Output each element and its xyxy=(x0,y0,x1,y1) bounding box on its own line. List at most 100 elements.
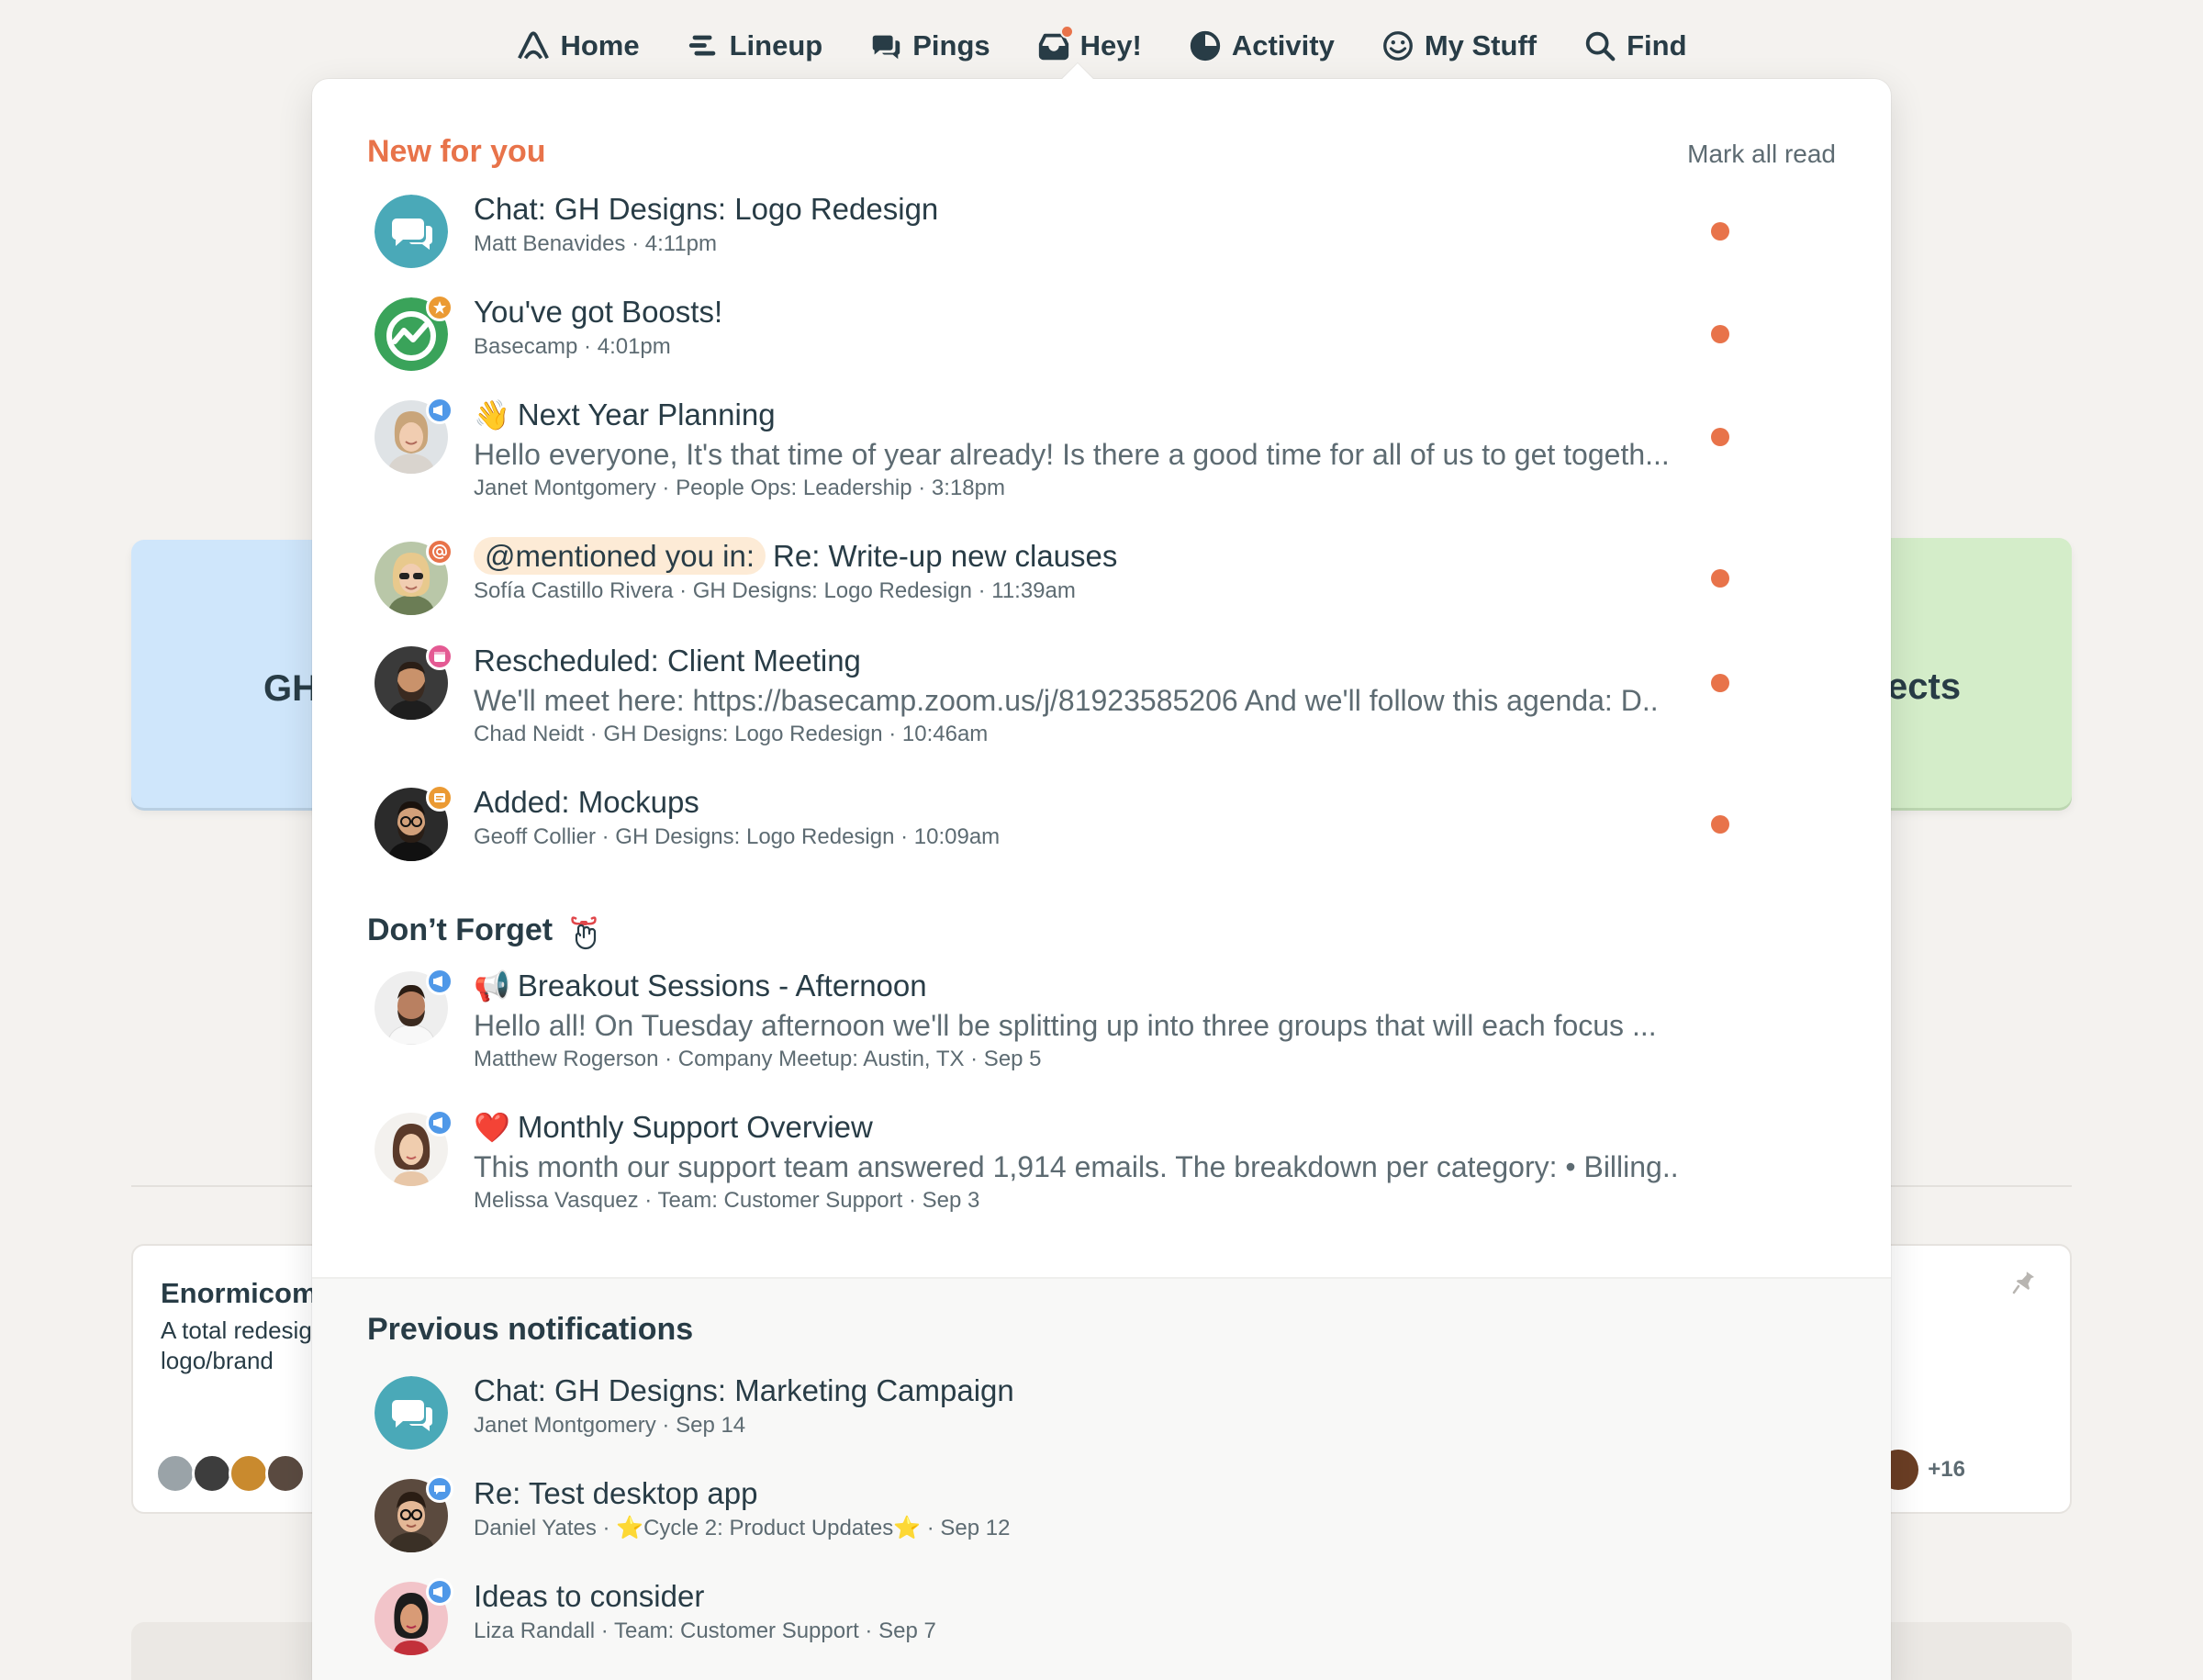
project-more-members: +16 xyxy=(1878,1450,1965,1490)
notification-title: Chat: GH Designs: Marketing Campaign xyxy=(474,1373,1014,1407)
nav-home[interactable]: Home xyxy=(516,28,640,63)
notification-item[interactable]: 👋 Next Year Planning Hello everyone, It's… xyxy=(367,397,1836,520)
previous-notifications-section: Previous notifications Chat: GH Designs:… xyxy=(312,1277,1891,1680)
notification-title-row: @mentioned you in: Re: Write-up new claus… xyxy=(474,536,1694,577)
notification-meta: Melissa Vasquez · Team: Customer Support… xyxy=(474,1188,980,1213)
notification-item[interactable]: You've got Boosts! Basecamp · 4:01pm xyxy=(367,294,1836,380)
avatar xyxy=(155,1453,196,1494)
notification-title-row: ❤️ Monthly Support Overview xyxy=(474,1107,1694,1148)
notification-title: Ideas to consider xyxy=(474,1579,705,1613)
notification-title: Rescheduled: Client Meeting xyxy=(474,644,861,678)
notification-text: @mentioned you in: Re: Write-up new claus… xyxy=(474,536,1694,606)
nav-activity-label: Activity xyxy=(1231,29,1335,62)
nav-lineup[interactable]: Lineup xyxy=(686,28,823,63)
boost-badge-icon xyxy=(426,294,453,321)
chat-avatar xyxy=(375,195,448,268)
notification-item[interactable]: @mentioned you in: Re: Write-up new claus… xyxy=(367,537,1836,624)
dont-forget-title: Don’t Forget xyxy=(367,913,554,947)
home-icon xyxy=(516,28,551,63)
notification-item[interactable]: Rescheduled: Client Meeting We'll meet h… xyxy=(367,643,1836,766)
chat-avatar xyxy=(375,1376,448,1450)
notification-text: Rescheduled: Client Meeting We'll meet h… xyxy=(474,641,1694,749)
notification-text: ❤️ Monthly Support Overview This month ou… xyxy=(474,1107,1694,1215)
notification-item[interactable]: Ideas to consider Liza Randall · Team: C… xyxy=(367,1578,1836,1664)
avatar xyxy=(192,1453,232,1494)
notification-meta: Basecamp · 4:01pm xyxy=(474,334,671,359)
nav-lineup-label: Lineup xyxy=(729,29,823,62)
unread-dot xyxy=(1711,222,1729,241)
nav-hey-label: Hey! xyxy=(1079,29,1142,62)
notification-text: You've got Boosts! Basecamp · 4:01pm xyxy=(474,292,1694,362)
nav-activity[interactable]: Activity xyxy=(1188,28,1335,63)
megaphone-emoji-icon: 📢 xyxy=(474,969,510,1003)
unread-dot xyxy=(1711,569,1729,588)
notification-meta: Matthew Rogerson · Company Meetup: Austi… xyxy=(474,1047,1042,1071)
notification-text: 👋 Next Year Planning Hello everyone, It's… xyxy=(474,395,1694,503)
notification-meta: Chad Neidt · GH Designs: Logo Redesign ·… xyxy=(474,722,989,746)
hey-icon xyxy=(1036,25,1074,63)
notification-excerpt: We'll meet here: https://basecamp.zoom.u… xyxy=(474,684,1659,717)
reminder-bow-icon xyxy=(567,913,600,950)
notification-text: Chat: GH Designs: Marketing Campaign Jan… xyxy=(474,1371,1694,1440)
notification-title-row: 👋 Next Year Planning xyxy=(474,395,1694,435)
notification-meta: Janet Montgomery · Sep 14 xyxy=(474,1413,746,1438)
doc-badge-icon xyxy=(426,784,453,812)
unread-dot xyxy=(1711,815,1729,834)
notification-meta: Daniel Yates · ⭐Cycle 2: Product Updates… xyxy=(474,1516,1011,1540)
nav-home-label: Home xyxy=(560,29,640,62)
notification-title: Next Year Planning xyxy=(517,398,776,431)
notification-item[interactable]: ❤️ Monthly Support Overview This month ou… xyxy=(367,1109,1836,1232)
unread-dot xyxy=(1711,428,1729,446)
nav-pings[interactable]: Pings xyxy=(868,28,990,63)
lineup-icon xyxy=(686,28,721,63)
notification-title: Chat: GH Designs: Logo Redesign xyxy=(474,192,939,226)
notification-item[interactable]: Re: Test desktop app Daniel Yates · ⭐Cyc… xyxy=(367,1475,1836,1562)
notification-meta: Geoff Collier · GH Designs: Logo Redesig… xyxy=(474,824,1001,849)
mention-badge-icon xyxy=(426,538,453,566)
new-for-you-heading: New for you xyxy=(367,134,546,169)
dont-forget-heading: Don’t Forget xyxy=(367,913,600,950)
notification-title: Added: Mockups xyxy=(474,785,699,819)
mention-tag: @mentioned you in: xyxy=(474,537,766,575)
notification-item[interactable]: Added: Mockups Geoff Collier · GH Design… xyxy=(367,784,1836,870)
hey-unread-dot xyxy=(1059,25,1074,39)
message-badge-icon xyxy=(426,1578,453,1606)
message-badge-icon xyxy=(426,1109,453,1137)
notification-title: You've got Boosts! xyxy=(474,295,723,329)
search-icon xyxy=(1582,28,1617,63)
project-more-count: +16 xyxy=(1928,1457,1965,1482)
project-member-avatars xyxy=(155,1453,306,1494)
notification-title: Breakout Sessions - Afternoon xyxy=(517,969,927,1002)
notification-item[interactable]: 📢 Breakout Sessions - Afternoon Hello all… xyxy=(367,968,1836,1091)
notification-title: Re: Test desktop app xyxy=(474,1476,758,1510)
notification-text: Re: Test desktop app Daniel Yates · ⭐Cyc… xyxy=(474,1473,1694,1543)
notification-text: Added: Mockups Geoff Collier · GH Design… xyxy=(474,782,1694,852)
previous-notifications-heading: Previous notifications xyxy=(367,1312,694,1347)
nav-pings-label: Pings xyxy=(912,29,990,62)
notification-meta: Liza Randall · Team: Customer Support · … xyxy=(474,1618,936,1643)
notification-item[interactable]: Chat: GH Designs: Marketing Campaign Jan… xyxy=(367,1373,1836,1459)
calendar-badge-icon xyxy=(426,643,453,670)
notification-title: Monthly Support Overview xyxy=(517,1110,873,1144)
nav-find[interactable]: Find xyxy=(1582,28,1687,63)
notification-excerpt: This month our support team answered 1,9… xyxy=(474,1150,1679,1183)
notification-meta: Janet Montgomery · People Ops: Leadershi… xyxy=(474,476,1005,500)
notification-excerpt: Hello everyone, It's that time of year a… xyxy=(474,438,1670,471)
comment-badge-icon xyxy=(426,1475,453,1503)
mark-all-read-button[interactable]: Mark all read xyxy=(1687,140,1836,169)
notification-text: Chat: GH Designs: Logo Redesign Matt Ben… xyxy=(474,189,1694,259)
notification-title-row: 📢 Breakout Sessions - Afternoon xyxy=(474,966,1694,1006)
project-card-right-label: ects xyxy=(1887,666,1962,707)
project-card-left-label: GH xyxy=(263,668,319,709)
pin-icon[interactable] xyxy=(2009,1268,2037,1295)
notification-title: Re: Write-up new clauses xyxy=(773,539,1118,573)
notification-item[interactable]: Chat: GH Designs: Logo Redesign Matt Ben… xyxy=(367,192,1836,277)
nav-hey[interactable]: Hey! xyxy=(1036,25,1142,63)
nav-my-stuff[interactable]: My Stuff xyxy=(1381,28,1537,63)
activity-icon xyxy=(1188,28,1223,63)
notification-meta: Sofía Castillo Rivera · GH Designs: Logo… xyxy=(474,578,1076,603)
notification-text: 📢 Breakout Sessions - Afternoon Hello all… xyxy=(474,966,1694,1074)
nav-find-label: Find xyxy=(1627,29,1687,62)
avatar xyxy=(229,1453,269,1494)
hey-notifications-panel: New for you Mark all read Chat: GH Desig… xyxy=(312,79,1891,1680)
